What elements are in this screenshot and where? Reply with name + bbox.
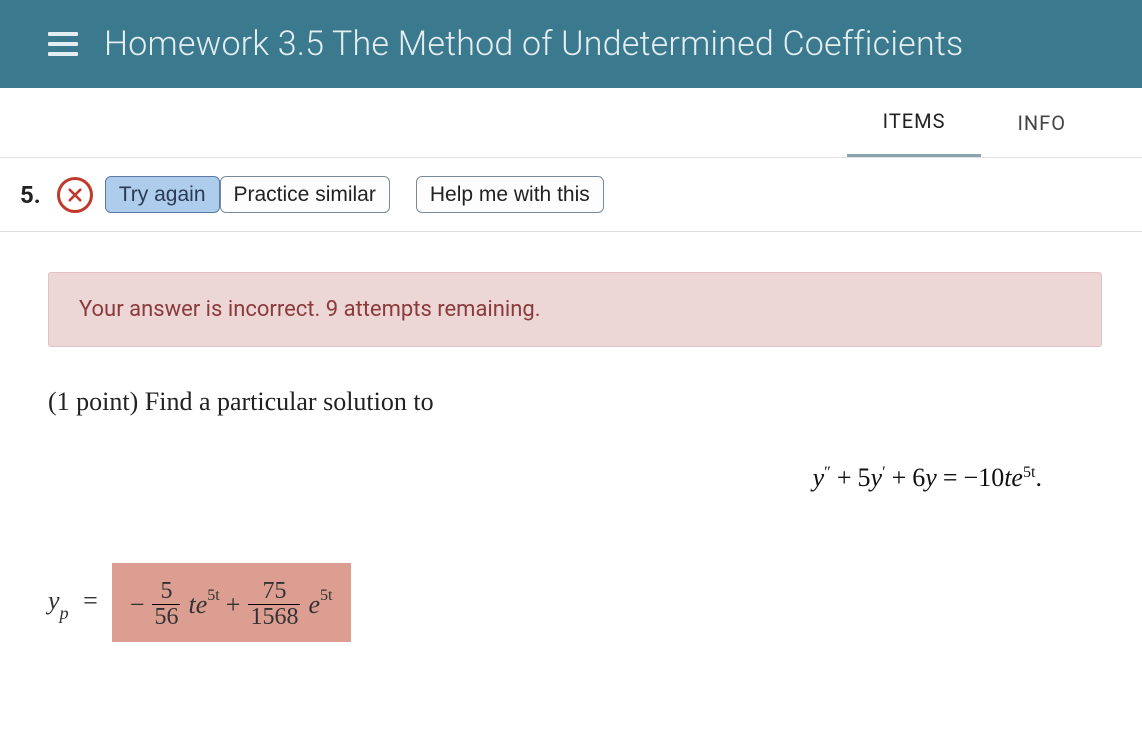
ans-exp1: 5t	[207, 588, 220, 604]
eq-prime: ′	[882, 464, 886, 482]
help-button[interactable]: Help me with this	[416, 176, 604, 213]
ans-frac1-num: 5	[158, 579, 174, 604]
question-toolbar: 5. Try again Practice similar Help me wi…	[0, 158, 1142, 232]
ans-te1: te	[188, 592, 207, 618]
eq-coef1: 5	[858, 463, 871, 493]
ans-plus: +	[226, 592, 241, 618]
eq-neg: −	[964, 463, 979, 493]
action-button-group: Try again Practice similar	[105, 176, 390, 213]
eq-y1: y	[813, 463, 825, 493]
eq-exp: 5t	[1023, 464, 1036, 482]
answer-row: yp = − 5 56 te5t + 75 1568 e5t	[48, 563, 1102, 642]
label-eq: =	[83, 586, 98, 615]
ans-frac1: 5 56	[152, 579, 180, 630]
eq-plus1: +	[837, 463, 852, 493]
ans-frac2: 75 1568	[248, 579, 300, 630]
problem-prompt: (1 point) Find a particular solution to	[48, 387, 1102, 417]
eq-coef2: 6	[912, 463, 925, 493]
label-sub: p	[60, 603, 69, 623]
incorrect-icon	[57, 177, 93, 213]
answer-label: yp =	[48, 586, 108, 620]
ans-frac2-num: 75	[260, 579, 288, 604]
top-bar: Homework 3.5 The Method of Undetermined …	[0, 0, 1142, 88]
question-number: 5.	[20, 181, 41, 209]
ans-frac1-den: 56	[152, 604, 180, 630]
eq-t: t	[1004, 463, 1011, 493]
eq-rhs-coef: 10	[978, 463, 1004, 493]
ans-frac2-den: 1568	[248, 604, 300, 630]
tab-items[interactable]: ITEMS	[847, 88, 982, 157]
page-title: Homework 3.5 The Method of Undetermined …	[104, 24, 963, 64]
eq-y2: y	[871, 463, 883, 493]
feedback-alert: Your answer is incorrect. 9 attempts rem…	[48, 272, 1102, 347]
content-area: Your answer is incorrect. 9 attempts rem…	[0, 232, 1142, 682]
eq-y3: y	[925, 463, 937, 493]
tab-bar: ITEMS INFO	[0, 88, 1142, 158]
ans-e2: e	[308, 592, 320, 618]
differential-equation: y″ + 5y′ + 6y = −10te5t.	[48, 463, 1102, 493]
ans-exp2: 5t	[320, 588, 333, 604]
eq-equals: =	[943, 463, 958, 493]
eq-e: e	[1011, 463, 1023, 493]
ans-neg: −	[130, 592, 145, 618]
student-answer-box[interactable]: − 5 56 te5t + 75 1568 e5t	[112, 563, 351, 642]
eq-period: .	[1036, 463, 1043, 493]
eq-double-prime: ″	[824, 464, 831, 482]
eq-plus2: +	[892, 463, 907, 493]
try-again-button[interactable]: Try again	[105, 176, 220, 213]
tab-info[interactable]: INFO	[981, 88, 1102, 157]
hamburger-menu-icon[interactable]	[48, 29, 78, 59]
label-y: y	[48, 586, 60, 615]
practice-similar-button[interactable]: Practice similar	[220, 176, 390, 213]
